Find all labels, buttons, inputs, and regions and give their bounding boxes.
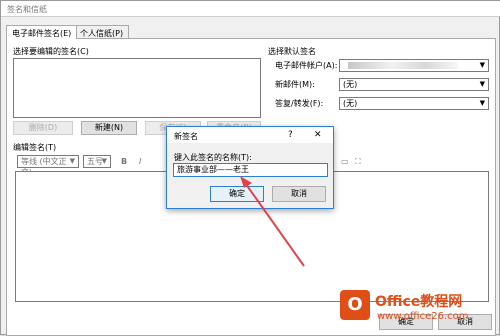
tab-email-signature[interactable]: 电子邮件签名(E): [6, 25, 78, 39]
arrow-line: [242, 179, 305, 267]
annotation-arrow: [240, 176, 305, 267]
tab-label: 电子邮件签名(E): [12, 29, 72, 38]
arrow-head: [240, 176, 252, 188]
